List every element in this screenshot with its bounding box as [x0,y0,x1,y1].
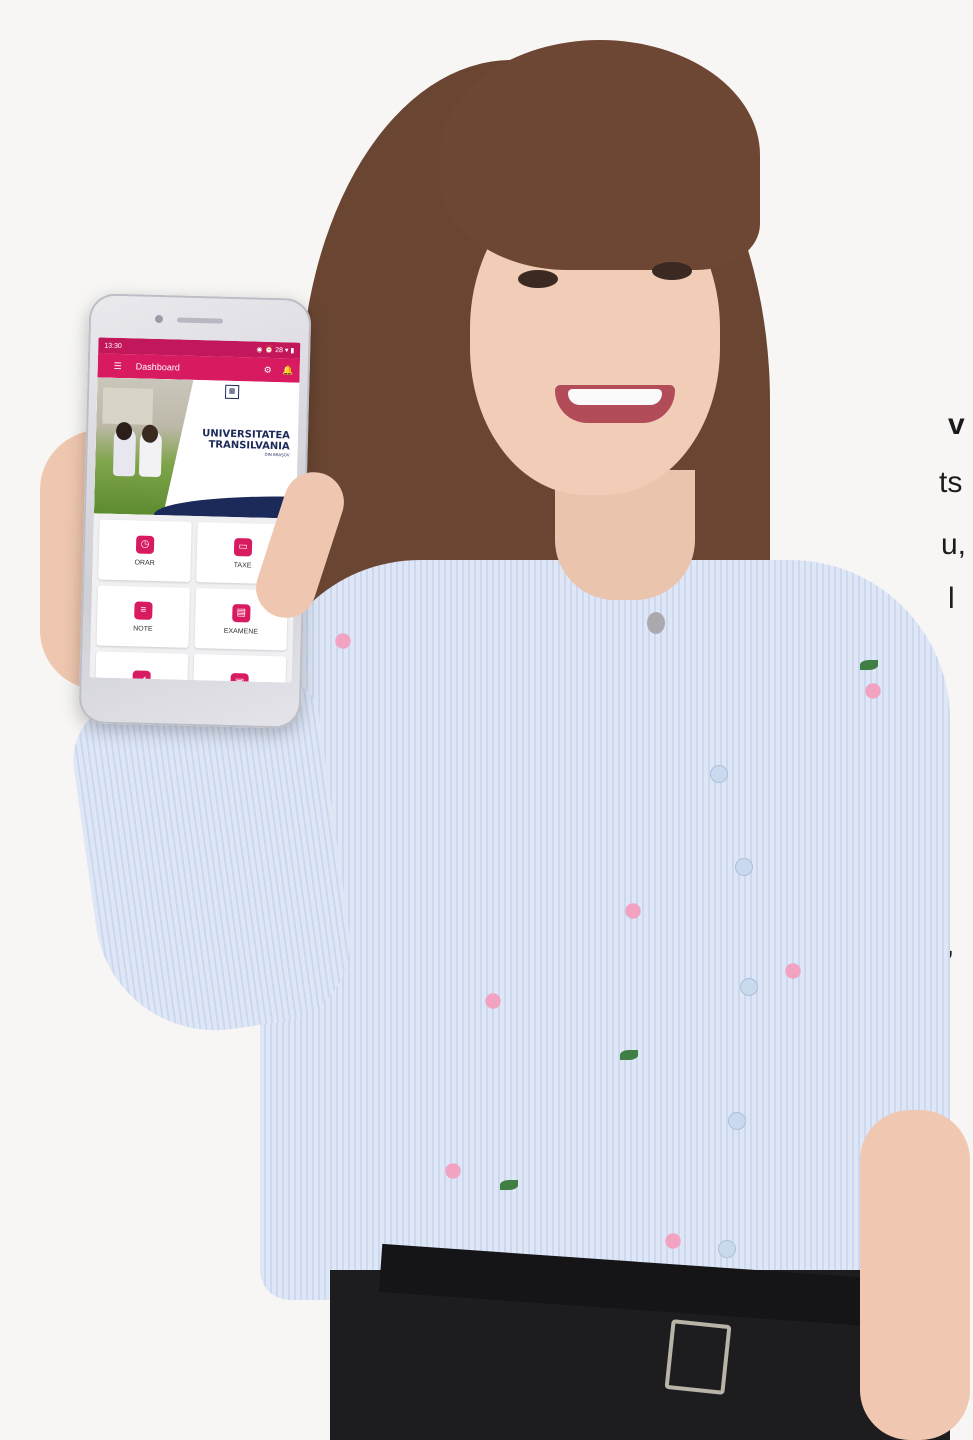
text-fragment-3: u, [941,528,967,561]
card-icon: ▭ [233,537,253,557]
clock-icon: ◷ [135,534,155,554]
tile-label: NOTE [133,624,153,633]
flower-print [620,900,646,922]
flower-print [440,1160,466,1182]
flower-print [660,1230,686,1252]
notes-icon: ≡ [134,600,153,620]
hair-front [440,40,760,270]
calendar-icon: ▣ [230,672,249,683]
leaf-print [860,660,878,670]
shirt-button [718,1240,736,1258]
tile-partial-6[interactable]: ▣ [192,654,287,683]
flower-print [330,630,356,652]
shirt-button [710,765,728,783]
striped-shirt [260,560,950,1300]
crest-icon: ▦ [224,384,240,400]
tile-partial-5[interactable]: ◢ [94,651,189,683]
smartphone: 13:30 ◉ ⏰ 28 ▾ ▮ ☰ Dashboard ⚙ 🔔 ▦ UNIVE… [78,293,312,729]
app-title: Dashboard [135,361,180,373]
university-banner: ▦ UNIVERSITATEA TRANSILVANIA DIN BRAȘOV [93,377,300,519]
earpiece [176,317,224,324]
shirt-button [735,858,753,876]
uni-line-2: TRANSILVANIA [208,439,290,453]
necklace-pendant [647,612,665,634]
phone-screen: 13:30 ◉ ⏰ 28 ▾ ▮ ☰ Dashboard ⚙ 🔔 ▦ UNIVE… [89,337,301,683]
flower-print [860,680,886,702]
university-name: UNIVERSITATEA TRANSILVANIA DIN BRAȘOV [202,428,290,458]
photo-scene: v ts u, l , 13:30 ◉ ⏰ 28 ▾ ▮ ☰ Dashboard… [0,0,973,1440]
status-icons: ◉ ⏰ 28 ▾ ▮ [256,346,295,355]
status-time: 13:30 [104,342,122,350]
document-icon: ▤ [232,603,251,622]
leaf-print [500,1180,518,1190]
text-fragment-1: v [948,408,965,441]
left-eye [518,270,558,288]
megaphone-icon: ◢ [132,670,151,683]
tile-note[interactable]: ≡ NOTE [96,585,190,648]
gear-icon[interactable]: ⚙ [262,364,274,376]
leaf-print [620,1050,638,1060]
front-camera [154,314,164,324]
flower-print [480,990,506,1012]
tile-label: EXAMENE [223,627,259,636]
tile-label: ORAR [134,558,155,567]
banner-photo [94,377,194,515]
building [102,388,153,425]
right-eye [652,262,692,280]
shirt-button [728,1112,746,1130]
hand-on-hip [860,1110,970,1440]
text-fragment-2: ts [939,466,963,499]
tile-orar[interactable]: ◷ ORAR [98,519,192,582]
belt-buckle [664,1319,732,1395]
teeth [568,389,662,405]
shirt-button [740,978,758,996]
flower-print [780,960,806,982]
raised-arm [65,674,361,1046]
bell-icon[interactable]: 🔔 [282,364,294,376]
menu-icon[interactable]: ☰ [112,360,124,372]
uni-line-3: DIN BRAȘOV [264,451,290,458]
tile-label: TAXE [233,561,252,569]
text-fragment-4: l [948,582,955,615]
